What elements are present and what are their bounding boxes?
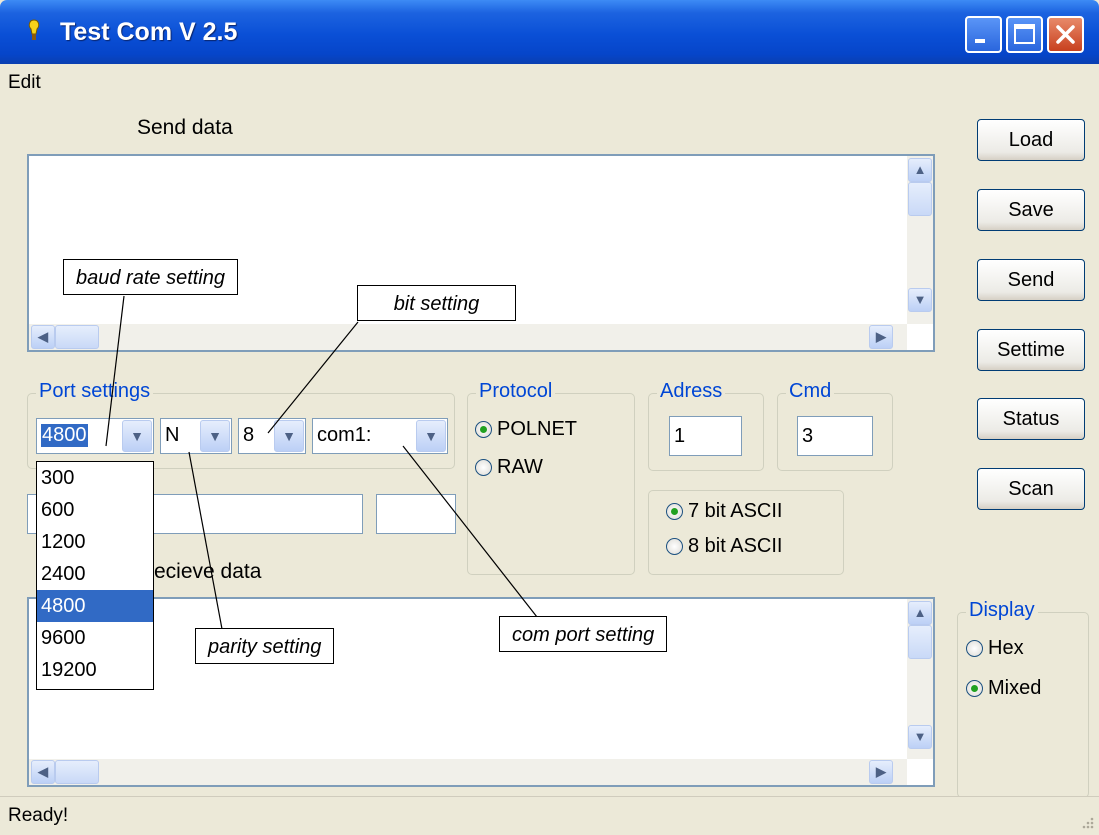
baud-option-300[interactable]: 300 [37,462,153,494]
send-data-textarea[interactable]: ▲ ▼ ◀ ▶ [27,154,935,352]
bits-value: 8 [243,424,255,446]
cmd-legend: Cmd [786,380,835,403]
menu-bar: Edit [0,64,1099,102]
adress-input[interactable]: 1 [669,416,742,456]
display-legend: Display [966,599,1038,622]
scroll-left-icon[interactable]: ◀ [31,325,55,349]
menu-edit[interactable]: Edit [8,72,41,94]
receive-horizontal-scrollbar[interactable]: ◀ ▶ [29,759,907,785]
baud-rate-value: 4800 [41,424,88,447]
com-port-value: com1: [317,424,372,446]
radio-8bit-label: 8 bit ASCII [688,535,783,557]
radio-polnet-label: POLNET [497,418,578,440]
radio-unchecked-icon[interactable] [666,538,683,555]
app-icon [28,19,40,40]
scroll-thumb[interactable] [55,760,99,784]
cmd-value: 3 [802,425,814,447]
callout-bit-setting: bit setting [357,285,516,321]
receive-vertical-scrollbar[interactable]: ▲ ▼ [907,599,933,759]
load-button[interactable]: Load [977,119,1085,161]
baud-option-600[interactable]: 600 [37,494,153,526]
scroll-right-icon[interactable]: ▶ [869,760,893,784]
maximize-icon [1014,24,1035,44]
baud-option-2400[interactable]: 2400 [37,558,153,590]
scroll-thumb[interactable] [908,625,932,659]
close-icon [1056,25,1075,44]
close-button[interactable] [1047,16,1084,53]
radio-mixed-label: Mixed [988,677,1042,699]
callout-parity-setting: parity setting [195,628,335,664]
baud-rate-dropdown-list[interactable]: 300 600 1200 2400 4800 9600 19200 [36,461,154,690]
scroll-down-icon[interactable]: ▼ [908,288,932,312]
settime-button[interactable]: Settime [977,329,1085,371]
adress-value: 1 [674,425,686,447]
parity-combo[interactable]: N ▼ [160,418,232,454]
callout-baud-rate: baud rate setting [63,259,238,295]
radio-checked-icon[interactable] [966,680,983,697]
scroll-thumb[interactable] [908,182,932,216]
scroll-down-icon[interactable]: ▼ [908,725,932,749]
maximize-button[interactable] [1006,16,1043,53]
status-bar: Ready! [0,796,1099,835]
com-port-combo[interactable]: com1: ▼ [312,418,448,454]
radio-hex-label: Hex [988,637,1024,659]
radio-unchecked-icon[interactable] [475,459,492,476]
receive-data-textarea[interactable]: ▲ ▼ ◀ ▶ [27,597,935,787]
minimize-button[interactable] [965,16,1002,53]
port-settings-legend: Port settings [36,380,154,403]
baud-option-1200[interactable]: 1200 [37,526,153,558]
baud-option-9600[interactable]: 9600 [37,622,153,654]
title-bar[interactable]: Test Com V 2.5 [0,0,1099,64]
baud-rate-combo[interactable]: 4800 ▼ [36,418,154,454]
send-button[interactable]: Send [977,259,1085,301]
text-field-small[interactable] [376,494,456,534]
resize-grip-icon[interactable] [1079,816,1095,832]
send-horizontal-scrollbar[interactable]: ◀ ▶ [29,324,907,350]
protocol-legend: Protocol [476,380,556,403]
chevron-down-icon[interactable]: ▼ [274,420,304,452]
send-vertical-scrollbar[interactable]: ▲ ▼ [907,156,933,324]
radio-checked-icon[interactable] [475,421,492,438]
radio-unchecked-icon[interactable] [966,640,983,657]
parity-value: N [165,424,180,446]
chevron-down-icon[interactable]: ▼ [122,420,152,452]
baud-option-19200[interactable]: 19200 [37,654,153,686]
scan-button[interactable]: Scan [977,468,1085,510]
callout-com-port-setting: com port setting [499,616,668,652]
radio-checked-icon[interactable] [666,503,683,520]
status-text: Ready! [8,805,69,826]
scroll-up-icon[interactable]: ▲ [908,601,932,625]
app-window: Test Com V 2.5 Edit Send data ▲ ▼ ◀ ▶ Lo… [0,0,1099,835]
scroll-left-icon[interactable]: ◀ [31,760,55,784]
chevron-down-icon[interactable]: ▼ [200,420,230,452]
window-title: Test Com V 2.5 [60,18,238,46]
scroll-thumb[interactable] [55,325,99,349]
scroll-up-icon[interactable]: ▲ [908,158,932,182]
adress-legend: Adress [657,380,726,403]
scroll-right-icon[interactable]: ▶ [869,325,893,349]
receive-data-label: ecieve data [154,560,262,583]
baud-option-4800[interactable]: 4800 [37,590,153,622]
status-button[interactable]: Status [977,398,1085,440]
radio-7bit-label: 7 bit ASCII [688,500,783,522]
chevron-down-icon[interactable]: ▼ [416,420,446,452]
send-data-label: Send data [137,116,233,139]
bits-combo[interactable]: 8 ▼ [238,418,306,454]
cmd-input[interactable]: 3 [797,416,873,456]
radio-raw-label: RAW [497,456,543,478]
save-button[interactable]: Save [977,189,1085,231]
minimize-icon [975,39,985,43]
